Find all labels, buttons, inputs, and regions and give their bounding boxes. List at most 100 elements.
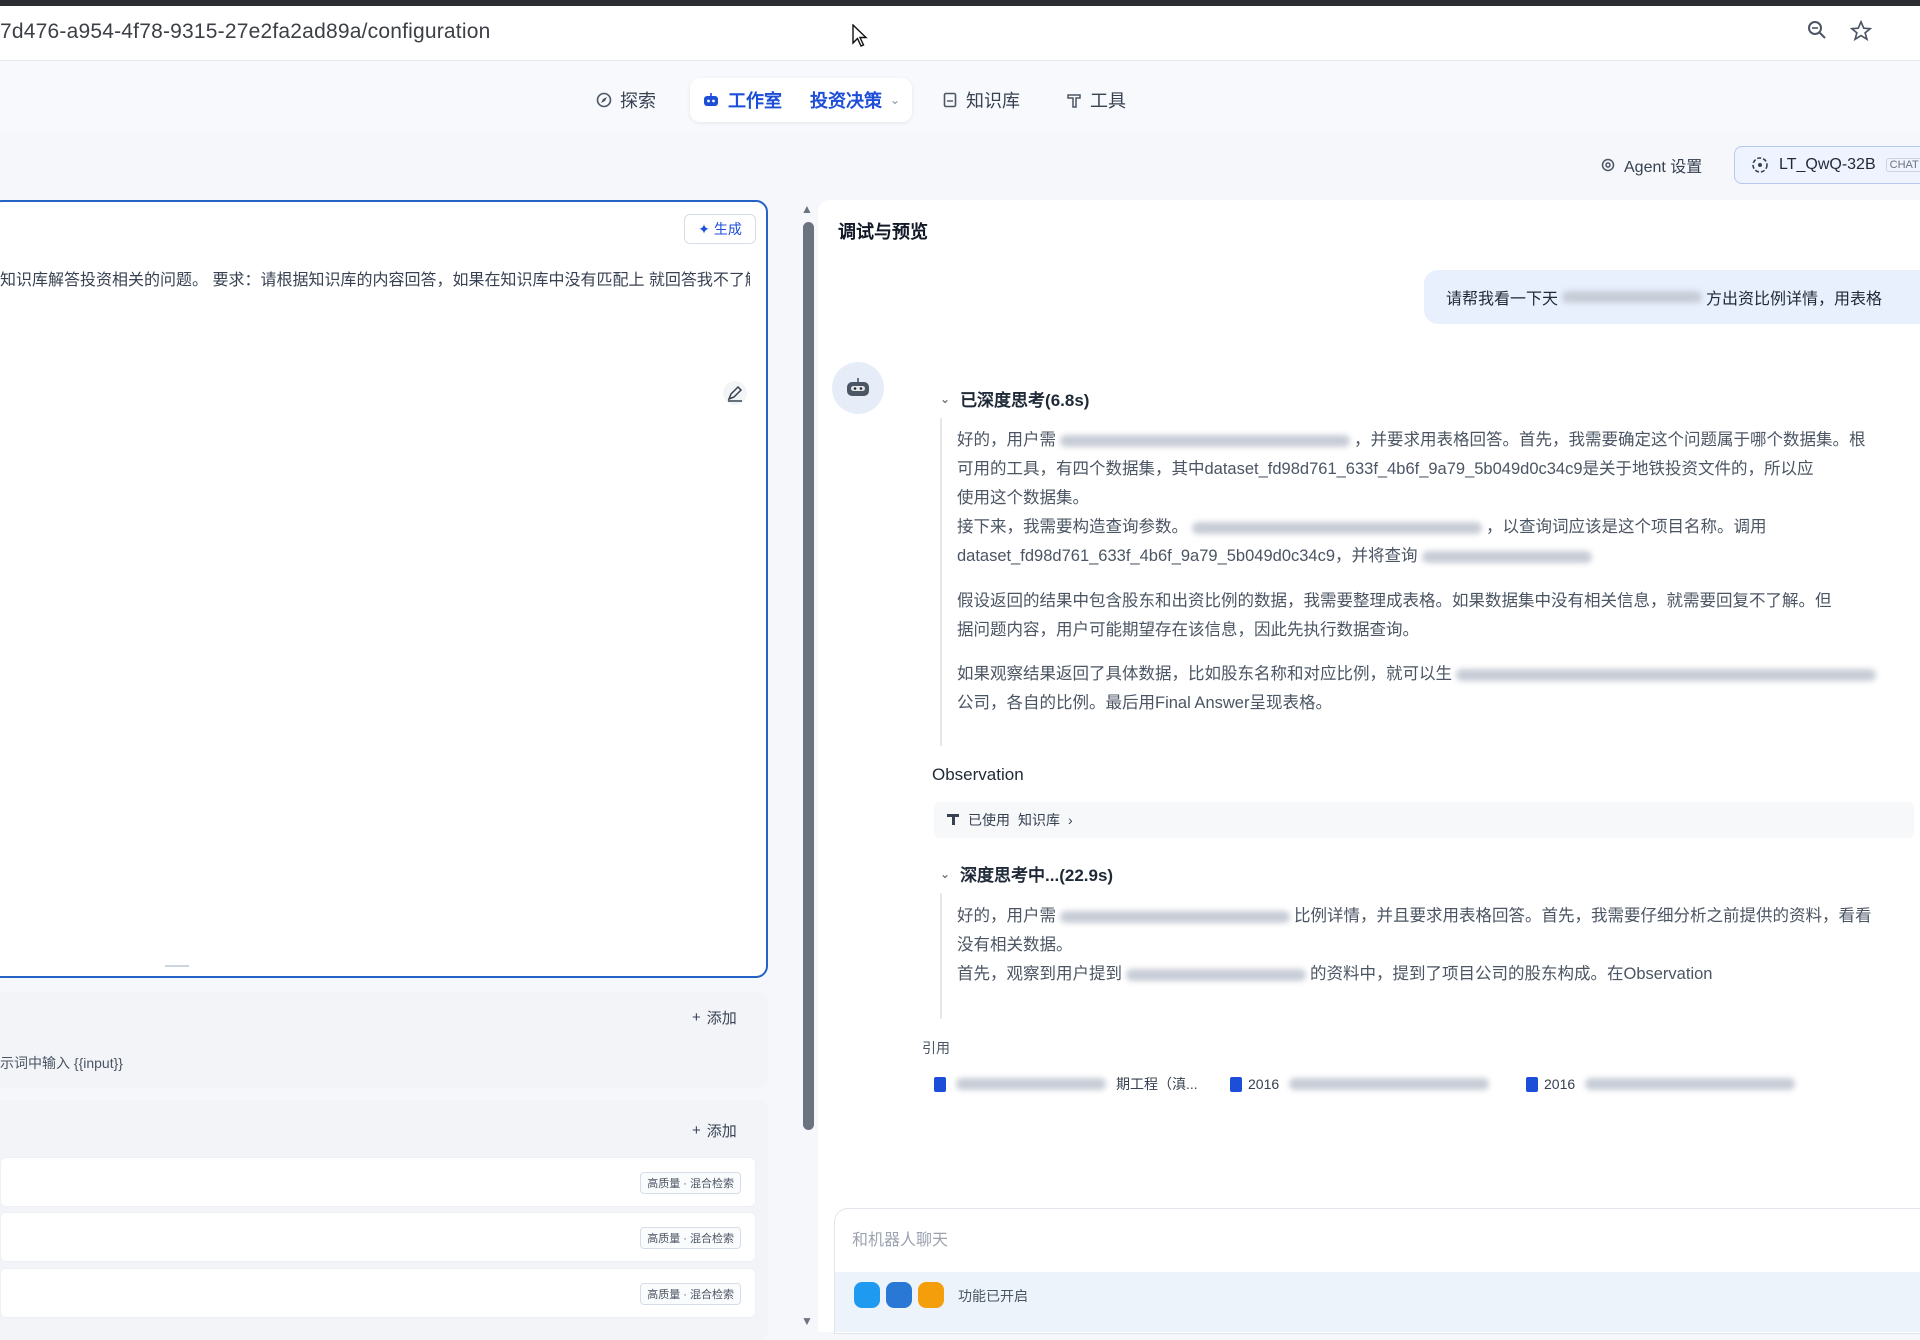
used-kb-name: 知识库 xyxy=(1018,812,1060,828)
file-icon xyxy=(1526,1076,1538,1092)
nav-explore-label: 探索 xyxy=(620,91,656,111)
scroll-up-arrow[interactable]: ▲ xyxy=(801,202,813,216)
gear-icon xyxy=(1601,158,1615,172)
nav-app-selector[interactable]: 投资决策 ⌄ xyxy=(810,85,900,115)
model-icon xyxy=(1752,157,1768,173)
redacted-text xyxy=(1192,521,1482,534)
text-segment: 好的，用户需 xyxy=(957,431,1056,449)
nav-tools-label: 工具 xyxy=(1090,91,1126,111)
knowledge-row[interactable]: 高质量 · 混合检索 xyxy=(0,1268,756,1318)
agent-settings-label: Agent 设置 xyxy=(1624,159,1703,176)
add-knowledge-button[interactable]: + 添加 xyxy=(692,1120,737,1141)
thinking-text-line: 可用的工具，有四个数据集，其中dataset_fd98d761_633f_4b6… xyxy=(957,460,1814,478)
chevron-down-icon: ⌄ xyxy=(940,391,951,406)
redacted-text xyxy=(1421,550,1592,563)
used-knowledge-toggle[interactable]: 已使用 知识库 › xyxy=(934,802,1914,838)
citation-text: 2016 xyxy=(1248,1076,1280,1092)
text-segment: 首先，观察到用户提到 xyxy=(957,965,1122,983)
user-message: 请帮我看一下天 方出资比例详情，用表格 xyxy=(1424,270,1920,324)
generate-button[interactable]: ✦ 生成 xyxy=(684,214,756,244)
thinking-text-line: 公司，各自的比例。最后用Final Answer呈现表格。 xyxy=(957,694,1332,712)
citation-item[interactable]: 2016 xyxy=(1230,1072,1493,1096)
nav-studio[interactable]: 工作室 xyxy=(702,85,782,115)
top-nav: 探索 工作室 投资决策 ⌄ 知识库 工具 xyxy=(0,61,1920,133)
hammer-icon xyxy=(946,812,960,829)
feature-chat-icon[interactable] xyxy=(854,1282,880,1308)
model-type-badge: CHAT xyxy=(1885,158,1920,172)
nav-explore[interactable]: 探索 xyxy=(596,85,656,115)
zoom-icon[interactable] xyxy=(1804,20,1830,46)
hammer-icon xyxy=(1067,94,1081,108)
prompt-text[interactable]: 知识库解答投资相关的问题。 要求：请根据知识库的内容回答，如果在知识库中没有匹配… xyxy=(0,266,750,290)
robot-icon xyxy=(704,93,718,106)
resize-handle[interactable] xyxy=(165,965,189,967)
redacted-text xyxy=(1060,434,1350,447)
thinking-divider xyxy=(940,893,942,1019)
generate-label: 生成 xyxy=(713,221,742,237)
plus-icon: + xyxy=(692,1122,701,1139)
variables-panel xyxy=(0,992,768,1088)
user-message-suffix: 方出资比例详情，用表格 xyxy=(1706,291,1883,308)
thinking-text-line: 如果观察结果返回了具体数据，比如股东名称和对应比例，就可以生 xyxy=(957,660,1917,689)
thinking-label-1: 已深度思考(6.8s) xyxy=(960,391,1090,410)
citation-text: 2016 xyxy=(1544,1076,1576,1092)
citation-item[interactable]: 2016 xyxy=(1526,1072,1799,1096)
scrollbar-thumb[interactable] xyxy=(803,222,814,1130)
chevron-down-icon: ⌄ xyxy=(890,93,901,107)
citation-item[interactable]: 期工程（滇... xyxy=(934,1072,1198,1096)
text-segment: dataset_fd98d761_633f_4b6f_9a79_5b049d0c… xyxy=(957,547,1418,565)
file-icon xyxy=(934,1076,946,1092)
thinking-text-line: 好的，用户需 比例详情，并且要求用表格回答。首先，我需要仔细分析之前提供的资料，看… xyxy=(957,902,1917,931)
feature-message-icon[interactable] xyxy=(886,1282,912,1308)
nav-app-name: 投资决策 xyxy=(810,91,882,111)
thinking-toggle-2[interactable]: ⌄ 深度思考中...(22.9s) xyxy=(940,861,1113,886)
retrieval-mode-badge: 高质量 · 混合检索 xyxy=(640,1172,741,1194)
url-text[interactable]: 7d476-a954-4f78-9315-27e2fa2ad89a/config… xyxy=(0,20,490,44)
knowledge-row[interactable]: 高质量 · 混合检索 xyxy=(0,1212,756,1262)
thinking-text-line: dataset_fd98d761_633f_4b6f_9a79_5b049d0c… xyxy=(957,542,1917,571)
nav-tools[interactable]: 工具 xyxy=(1066,85,1126,115)
retrieval-mode-badge: 高质量 · 混合检索 xyxy=(640,1283,741,1305)
knowledge-row[interactable]: 高质量 · 混合检索 xyxy=(0,1157,756,1207)
features-enabled-label: 功能已开启 xyxy=(958,1288,1028,1304)
text-segment: 比例详情，并且要求用表格回答。首先，我需要仔细分析之前提供的资料，看看 xyxy=(1294,907,1872,925)
text-segment: ，以查询词应该是这个项目名称。调用 xyxy=(1486,518,1767,536)
thinking-text-line: 接下来，我需要构造查询参数。 ，以查询词应该是这个项目名称。调用 xyxy=(957,513,1917,542)
thinking-toggle-1[interactable]: ⌄ 已深度思考(6.8s) xyxy=(940,386,1089,411)
citation-text: 期工程（滇... xyxy=(1116,1076,1198,1092)
chat-input-placeholder[interactable]: 和机器人聊天 xyxy=(852,1226,948,1250)
text-segment: 如果观察结果返回了具体数据，比如股东名称和对应比例，就可以生 xyxy=(957,665,1452,683)
add-variable-button[interactable]: + 添加 xyxy=(692,1007,737,1028)
robot-avatar-icon xyxy=(847,378,869,396)
thinking-divider xyxy=(940,418,942,746)
sparkle-icon: ✦ xyxy=(698,220,710,237)
model-selector[interactable]: LT_QwQ-32B CHAT xyxy=(1734,146,1920,184)
redacted-text xyxy=(1060,910,1290,923)
variables-hint: 示词中输入 {{input}} xyxy=(0,1055,123,1071)
add-knowledge-label: 添加 xyxy=(706,1123,737,1140)
address-bar[interactable]: 7d476-a954-4f78-9315-27e2fa2ad89a/config… xyxy=(0,6,1920,61)
bookmark-star-icon[interactable] xyxy=(1848,19,1874,46)
chevron-down-icon: ⌄ xyxy=(940,866,951,881)
mouse-cursor-icon xyxy=(852,24,868,47)
prompt-editor[interactable] xyxy=(0,200,768,978)
used-kb-prefix: 已使用 xyxy=(968,812,1010,828)
text-segment: 接下来，我需要构造查询参数。 xyxy=(957,518,1188,536)
agent-settings-button[interactable]: Agent 设置 xyxy=(1592,147,1710,183)
observation-label: Observation xyxy=(932,765,1024,784)
redacted-text xyxy=(1585,1078,1796,1090)
thinking-label-2: 深度思考中...(22.9s) xyxy=(960,866,1114,885)
thinking-text-line: 据问题内容，用户可能期望存在该信息，因此先执行数据查询。 xyxy=(957,621,1419,639)
redacted-text xyxy=(1289,1078,1490,1090)
feature-emoji-icon[interactable] xyxy=(918,1282,944,1308)
book-icon xyxy=(943,92,957,108)
plus-icon: + xyxy=(692,1009,701,1026)
edit-pen-icon[interactable] xyxy=(722,380,748,406)
redacted-text xyxy=(1126,968,1306,981)
thinking-text-line: 首先，观察到用户提到 的资料中，提到了项目公司的股东构成。在Observation xyxy=(957,960,1917,989)
scroll-down-arrow[interactable]: ▼ xyxy=(801,1314,813,1328)
file-icon xyxy=(1230,1076,1242,1092)
preview-title: 调试与预览 xyxy=(838,222,928,242)
nav-knowledge[interactable]: 知识库 xyxy=(942,85,1020,115)
add-variable-label: 添加 xyxy=(706,1010,737,1027)
